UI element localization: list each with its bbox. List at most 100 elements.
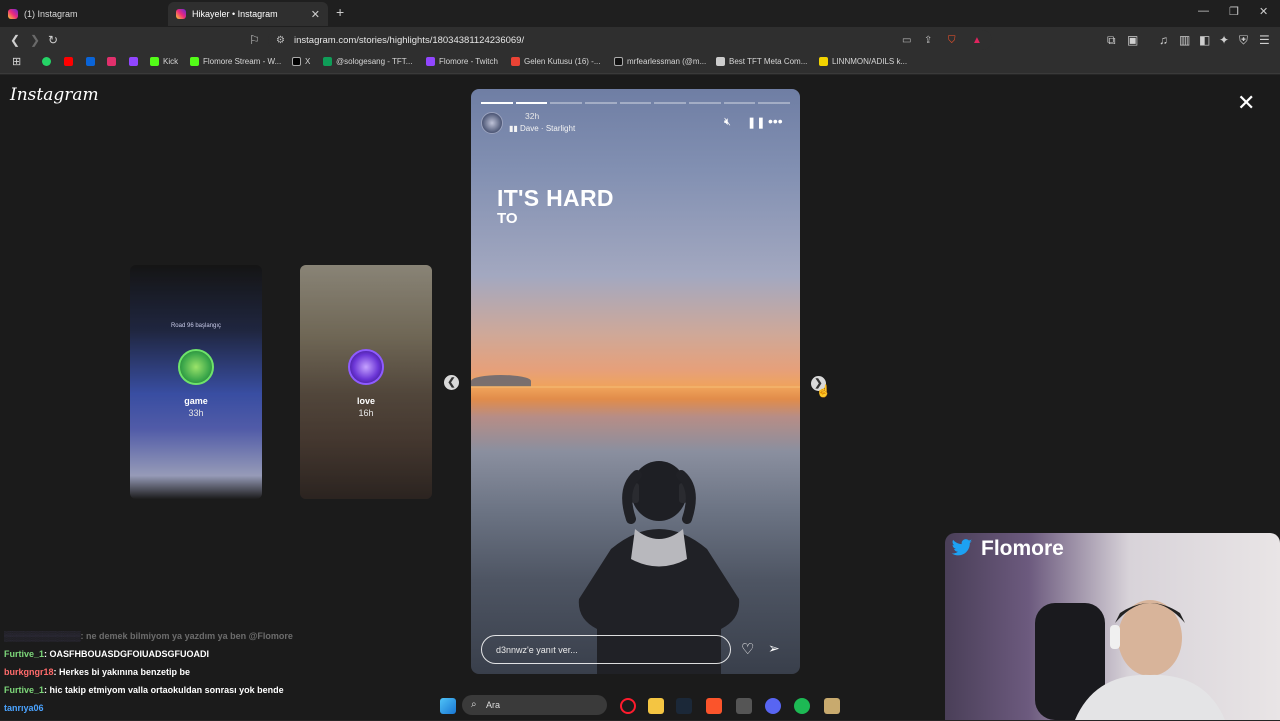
story-music[interactable]: ▮▮ Dave · Starlight [509, 124, 575, 133]
story-text-line-1: IT'S HARD [497, 185, 614, 211]
progress-segment [758, 102, 790, 104]
bookmark-tiktok[interactable]: mrfearlessman (@m... [614, 57, 706, 66]
gmail-icon [511, 57, 520, 66]
bookmark-icon[interactable]: ⚐ [249, 33, 260, 47]
story-preview-love[interactable]: love 16h [300, 265, 432, 499]
bookmark-outlook[interactable] [86, 57, 99, 66]
streamer-silhouette [1035, 600, 1225, 720]
site-info-icon[interactable]: ⚙ [276, 35, 285, 46]
story-avatar[interactable] [481, 112, 503, 134]
active-story[interactable]: 32h ▮▮ Dave · Starlight 🔇︎ ❚❚ ••• IT'S H… [471, 89, 800, 674]
bookmark-ikea[interactable]: LINNMON/ADILS k... [819, 57, 907, 66]
bookmark-twitch[interactable] [129, 57, 142, 66]
bookmark-gmail[interactable]: Gelen Kutusu (16) -... [511, 57, 600, 66]
kick-icon [190, 57, 199, 66]
twitter-icon [951, 539, 973, 556]
forward-icon[interactable]: ❯ [30, 33, 40, 47]
tab-stories[interactable]: Hikayeler • Instagram ✕ [168, 2, 328, 26]
cast-icon[interactable]: ▭ [902, 35, 911, 46]
apps-icon[interactable]: ⊞ [12, 55, 21, 68]
restore-icon[interactable]: ❐ [1229, 5, 1239, 18]
x-icon [292, 57, 301, 66]
brave-icon[interactable] [706, 698, 722, 714]
chat-text: : OASFHBOUASDGFOIUADSGFUOADI [44, 649, 210, 659]
bookmark-flomore-stream[interactable]: Flomore Stream - W... [190, 57, 281, 66]
discord-icon[interactable] [765, 698, 781, 714]
bookmark-kick[interactable]: Kick [150, 57, 178, 66]
tab-close-icon[interactable]: ✕ [311, 8, 320, 21]
tft-icon [716, 57, 725, 66]
app-icon[interactable] [736, 698, 752, 714]
previous-story-button[interactable]: ❮ [444, 375, 459, 390]
webcam-overlay: Flomore [945, 533, 1280, 720]
streamer-name: Flomore [981, 537, 1064, 560]
bookmark-sologesang[interactable]: @sologesang - TFT... [323, 57, 412, 66]
reply-input[interactable]: d3nnwz'e yanıt ver... [481, 635, 731, 664]
bookmark-flomore-twitch[interactable]: Flomore - Twitch [426, 57, 498, 66]
back-icon[interactable]: ❮ [10, 33, 20, 47]
bookmark-youtube[interactable] [64, 57, 77, 66]
url-text: instagram.com/stories/highlights/1803438… [294, 34, 525, 46]
windows-start-icon[interactable] [440, 698, 456, 714]
sidebar-icon[interactable]: ▥ [1179, 33, 1190, 47]
bookmark-whatsapp[interactable] [42, 57, 55, 66]
extensions-icon[interactable]: ⧉ [1107, 33, 1116, 48]
brave-shields-icon[interactable]: ⛉ [948, 35, 956, 46]
menu-icon[interactable]: ☰ [1259, 33, 1270, 47]
address-bar[interactable]: ⚙ instagram.com/stories/highlights/18034… [268, 30, 992, 50]
chat-username: burkgngr18 [4, 667, 54, 677]
wallet-icon[interactable]: ▣ [1127, 33, 1138, 47]
progress-segment [654, 102, 686, 104]
music-icon[interactable]: ♫ [1159, 33, 1168, 47]
share-page-icon[interactable]: ⇪ [924, 35, 932, 46]
vpn-icon[interactable]: ⛨ [1239, 33, 1248, 48]
mute-icon[interactable]: 🔇︎ [724, 116, 731, 129]
chat-text: : Herkes bi yakınına benzetip be [53, 667, 191, 677]
close-icon[interactable]: ✕ [1237, 90, 1255, 116]
chat-username: tanrıya06 [4, 703, 44, 713]
opera-icon[interactable] [620, 698, 636, 714]
story-preview-game[interactable]: Road 96 başlangıç game 33h [130, 265, 262, 499]
chat-text: : ne demek bilmiyom ya yazdım ya ben @Fl… [80, 631, 293, 641]
tiktok-icon [614, 57, 623, 66]
chat-message: Furtive_1: hic takip etmiyom valla ortao… [4, 685, 424, 703]
bookmark-instagram[interactable] [107, 57, 120, 66]
taskbar-search[interactable]: ⌕ Ara [462, 695, 607, 715]
heart-icon[interactable]: ♡ [741, 640, 754, 658]
more-options-icon[interactable]: ••• [768, 113, 783, 129]
instagram-logo[interactable]: Instagram [10, 85, 99, 105]
progress-segment [481, 102, 513, 104]
wallet-extension-icon[interactable]: ◧ [1199, 33, 1210, 47]
preview-name: love [356, 396, 375, 406]
reload-icon[interactable]: ↻ [48, 33, 58, 47]
bookmark-label: Gelen Kutusu (16) -... [524, 57, 601, 66]
chat-message: tanrıya06 [4, 703, 424, 721]
new-tab-button[interactable]: + [336, 4, 344, 20]
spotify-icon[interactable] [794, 698, 810, 714]
progress-segment [723, 102, 756, 104]
twitch-icon [129, 57, 138, 66]
music-bars-icon: ▮▮ [509, 124, 521, 133]
leo-ai-icon[interactable]: ✦ [1219, 33, 1229, 47]
steam-icon[interactable] [676, 698, 692, 714]
progress-segment [550, 102, 582, 104]
window-close-icon[interactable]: ✕ [1259, 5, 1268, 18]
progress-segment [689, 102, 721, 104]
file-explorer-icon[interactable] [648, 698, 664, 714]
tab-label: Hikayeler • Instagram [192, 9, 278, 19]
progress-segment [585, 102, 617, 104]
bookmark-label: Flomore - Twitch [439, 57, 498, 66]
league-of-legends-icon[interactable] [824, 698, 840, 714]
bookmark-tft-meta[interactable]: Best TFT Meta Com... [716, 57, 807, 66]
story-time: 32h [525, 111, 540, 121]
pause-icon[interactable]: ❚❚ [747, 116, 765, 129]
chat-text: : hic takip etmiyom valla ortaokuldan so… [44, 685, 284, 695]
mouse-cursor-icon: ☝ [816, 384, 831, 398]
tab-instagram[interactable]: (1) Instagram [0, 2, 168, 26]
send-icon[interactable]: ➢ [768, 640, 780, 657]
minimize-icon[interactable]: — [1198, 5, 1209, 17]
taskbar-search-label: Ara [486, 700, 501, 710]
bookmark-label: Flomore Stream - W... [203, 57, 282, 66]
bookmark-x[interactable]: X [292, 57, 310, 66]
brave-rewards-icon[interactable]: ▲ [972, 35, 982, 46]
